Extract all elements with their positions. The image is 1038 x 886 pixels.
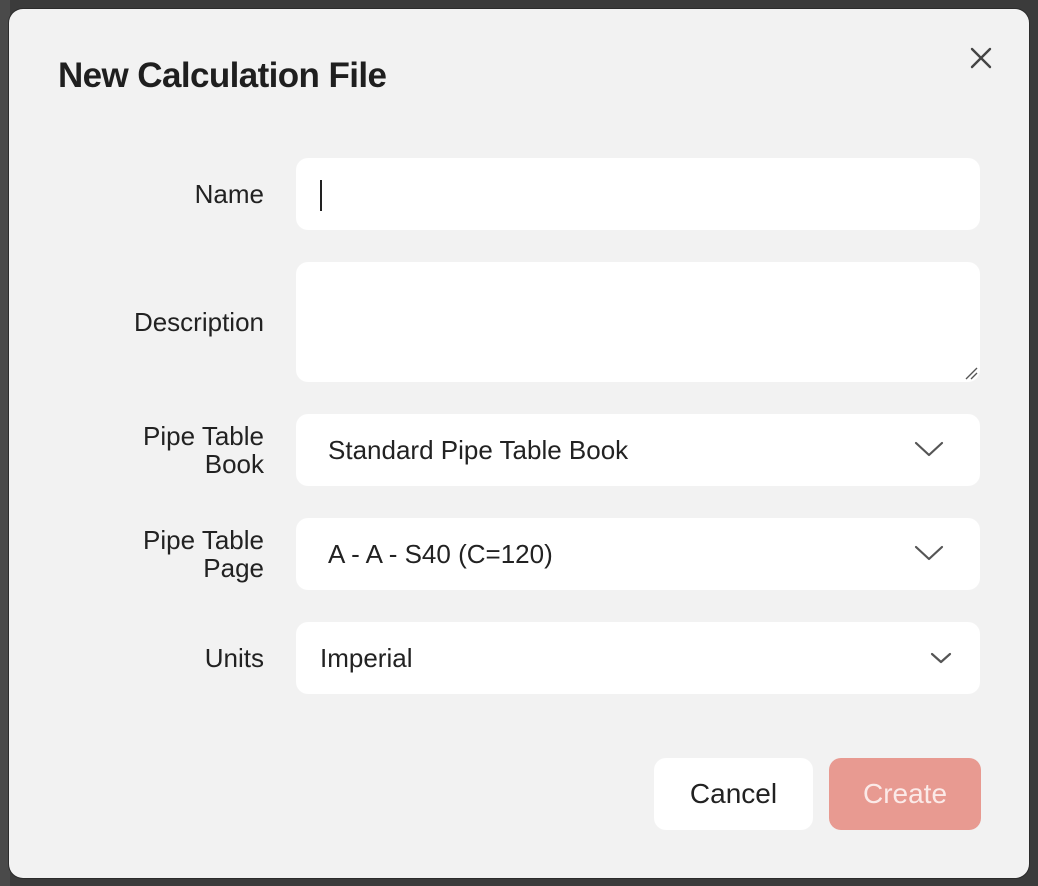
text-caret: [320, 180, 322, 211]
units-select[interactable]: Imperial: [296, 622, 980, 694]
new-calculation-file-dialog: New Calculation File Name Description Pi…: [9, 9, 1029, 878]
pipe-table-page-label-line2: Page: [203, 553, 264, 583]
resize-grip-icon[interactable]: [964, 366, 978, 380]
chevron-down-icon: [930, 652, 952, 664]
close-button[interactable]: [964, 41, 998, 75]
pipe-table-book-select[interactable]: Standard Pipe Table Book: [296, 414, 980, 486]
pipe-table-page-label: Pipe Table Page: [64, 526, 264, 582]
pipe-table-page-select[interactable]: A - A - S40 (C=120): [296, 518, 980, 590]
chevron-down-icon: [914, 545, 944, 561]
cancel-button[interactable]: Cancel: [654, 758, 813, 830]
create-button[interactable]: Create: [829, 758, 981, 830]
pipe-table-book-label-line1: Pipe Table: [143, 421, 264, 451]
pipe-table-book-selected: Standard Pipe Table Book: [328, 434, 629, 465]
pipe-table-book-label: Pipe Table Book: [64, 422, 264, 478]
pipe-table-page-label-line1: Pipe Table: [143, 525, 264, 555]
chevron-down-icon: [914, 441, 944, 457]
dialog-title: New Calculation File: [58, 56, 387, 95]
name-label: Name: [194, 179, 264, 209]
name-input[interactable]: [296, 158, 980, 230]
pipe-table-book-label-line2: Book: [204, 449, 264, 479]
pipe-table-page-selected: A - A - S40 (C=120): [328, 538, 553, 569]
description-label: Description: [133, 307, 264, 337]
description-textarea[interactable]: [296, 262, 980, 382]
close-icon: [970, 47, 992, 69]
units-label: Units: [204, 643, 264, 673]
units-selected: Imperial: [320, 642, 413, 673]
